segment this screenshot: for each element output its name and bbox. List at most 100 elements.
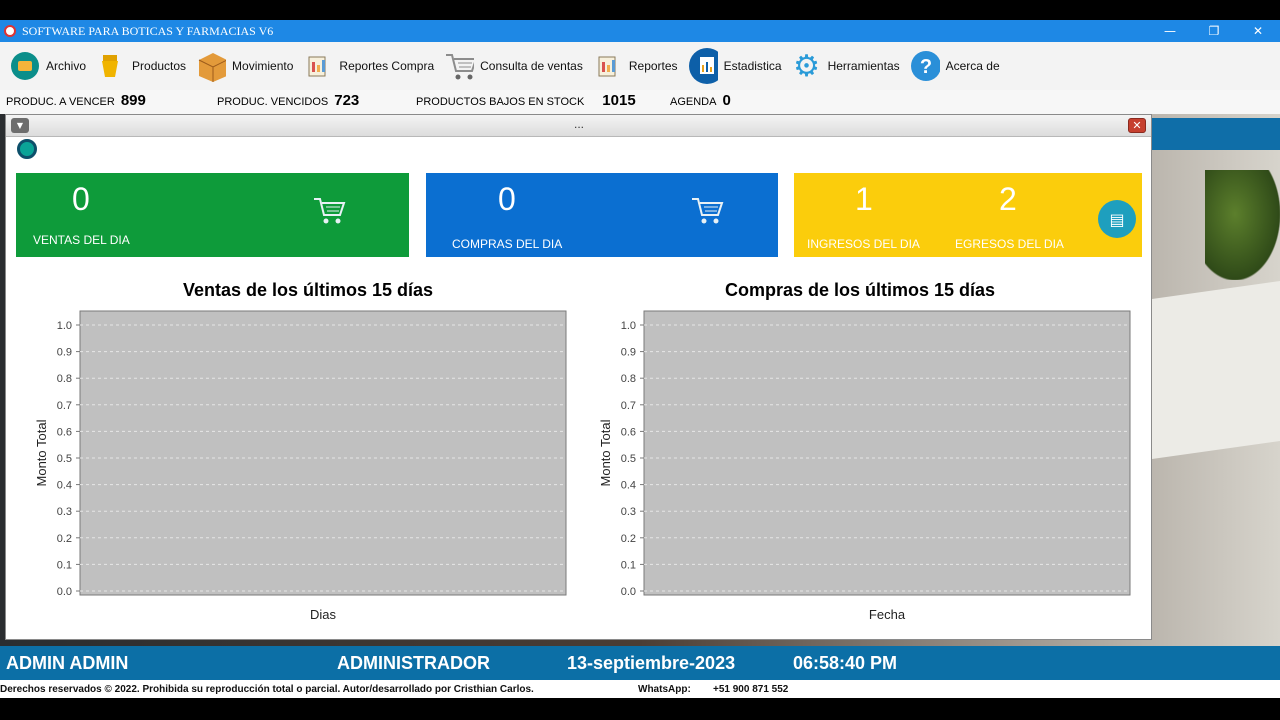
stat-a-vencer-value: 899 bbox=[120, 92, 146, 109]
window-titlebar: SOFTWARE PARA BOTICAS Y FARMACIAS V6 — ❐… bbox=[0, 20, 1280, 42]
main-menubar: Archivo Productos Movimiento Reportes Co… bbox=[0, 42, 1280, 90]
x-axis-label: Dias bbox=[310, 607, 337, 622]
y-tick-label: 1.0 bbox=[57, 320, 72, 332]
ventas-value: 0 bbox=[72, 181, 90, 217]
egresos-label: EGRESOS DEL DIA bbox=[955, 237, 1064, 251]
ventas-card: 0 VENTAS DEL DIA bbox=[16, 173, 409, 257]
y-tick-label: 0.1 bbox=[57, 559, 72, 571]
window-controls: — ❐ ✕ bbox=[1148, 20, 1280, 42]
y-tick-label: 0.5 bbox=[57, 453, 72, 465]
stat-agenda-label: AGENDA bbox=[670, 96, 717, 108]
plant-decoration bbox=[1205, 170, 1280, 280]
y-tick-label: 0.7 bbox=[621, 400, 636, 412]
help-icon: ? bbox=[910, 51, 940, 81]
copyright-bar: Derechos reservados © 2022. Prohibida su… bbox=[0, 680, 1280, 698]
menu-herramientas[interactable]: ⚙ Herramientas bbox=[792, 46, 900, 86]
cart-icon bbox=[444, 51, 475, 81]
app-logo-icon bbox=[4, 25, 16, 37]
footer-user: ADMIN ADMIN bbox=[6, 653, 129, 673]
compras-chart-title: Compras de los últimos 15 días bbox=[724, 280, 996, 300]
stat-bajos-stock[interactable]: PRODUCTOS BAJOS EN STOCK 1015 bbox=[416, 92, 636, 109]
x-axis-label: Fecha bbox=[869, 607, 906, 622]
menu-herramientas-label: Herramientas bbox=[827, 59, 900, 73]
egresos-value: 2 bbox=[999, 181, 1017, 217]
menu-productos[interactable]: Productos bbox=[96, 46, 186, 86]
window-menu-button[interactable]: ▼ bbox=[11, 118, 29, 133]
report-icon bbox=[303, 51, 333, 81]
y-tick-label: 0.1 bbox=[621, 559, 636, 571]
menu-acerca-de-label: Acerca de bbox=[945, 59, 1000, 73]
box-icon bbox=[196, 51, 227, 82]
close-button[interactable]: ✕ bbox=[1236, 20, 1280, 42]
ingresos-value: 1 bbox=[855, 181, 873, 217]
cash-register-icon: ▤ bbox=[1098, 200, 1136, 238]
menu-reportes[interactable]: Reportes bbox=[593, 46, 678, 86]
refresh-icon[interactable] bbox=[17, 139, 37, 159]
y-tick-label: 0.5 bbox=[621, 453, 636, 465]
menu-movimiento-label: Movimiento bbox=[232, 59, 294, 73]
ingresos-label: INGRESOS DEL DIA bbox=[807, 237, 920, 251]
report-icon bbox=[593, 51, 623, 81]
stat-agenda-value: 0 bbox=[722, 92, 731, 109]
compras-chart: 0.0 0.1 0.2 0.3 0.4 0.5 0.6 0.7 0.8 0.9 1.0 Monto T… bbox=[598, 310, 1131, 622]
menu-reportes-compra[interactable]: Reportes Compra bbox=[303, 46, 434, 86]
stat-bajos-stock-label: PRODUCTOS BAJOS EN STOCK bbox=[416, 96, 585, 108]
y-tick-label: 0.4 bbox=[57, 480, 72, 492]
minimize-button[interactable]: — bbox=[1148, 20, 1192, 42]
menu-archivo-label: Archivo bbox=[46, 59, 87, 73]
stat-agenda[interactable]: AGENDA 0 bbox=[670, 92, 731, 109]
menu-reportes-label: Reportes bbox=[628, 59, 678, 73]
status-footer: ADMIN ADMIN ADMINISTRADOR 13-septiembre-… bbox=[0, 646, 1280, 680]
y-tick-label: 0.7 bbox=[57, 400, 72, 412]
menu-estadistica-label: Estadistica bbox=[723, 59, 782, 73]
y-tick-label: 0.6 bbox=[621, 426, 636, 438]
svg-text:?: ? bbox=[920, 56, 932, 78]
compras-label: COMPRAS DEL DIA bbox=[452, 237, 563, 251]
y-tick-label: 0.8 bbox=[57, 373, 72, 385]
stat-vencidos-value: 723 bbox=[334, 92, 360, 109]
ventas-chart: 0.0 0.1 0.2 0.3 0.4 0.5 0.6 0.7 0.8 0.9 1.0 Monto T… bbox=[34, 310, 567, 622]
y-tick-label: 0.2 bbox=[621, 533, 636, 545]
archive-icon bbox=[10, 51, 40, 81]
y-tick-label: 0.4 bbox=[621, 480, 636, 492]
plot-area bbox=[643, 310, 1131, 596]
internal-window-title: ... bbox=[574, 117, 585, 131]
internal-close-button[interactable]: ✕ bbox=[1128, 118, 1146, 133]
menu-estadistica[interactable]: Estadistica bbox=[688, 46, 782, 86]
y-tick-label: 0.6 bbox=[57, 426, 72, 438]
y-axis-label: Monto Total bbox=[598, 419, 613, 486]
menu-acerca-de[interactable]: ? Acerca de bbox=[910, 46, 1000, 86]
products-icon bbox=[96, 51, 126, 81]
gear-icon: ⚙ bbox=[793, 48, 821, 84]
y-tick-label: 0.8 bbox=[621, 373, 636, 385]
ventas-chart-title: Ventas de los últimos 15 días bbox=[182, 280, 434, 300]
ingresos-egresos-card: 1 INGRESOS DEL DIA 2 EGRESOS DEL DIA ▤ bbox=[794, 173, 1142, 257]
maximize-button[interactable]: ❐ bbox=[1192, 20, 1236, 42]
menu-movimiento[interactable]: Movimiento bbox=[196, 46, 293, 86]
footer-role: ADMINISTRADOR bbox=[337, 653, 490, 673]
ventas-label: VENTAS DEL DIA bbox=[33, 233, 130, 247]
y-tick-label: 0.0 bbox=[57, 586, 72, 598]
menu-consulta-ventas-label: Consulta de ventas bbox=[480, 59, 583, 73]
stat-bajos-stock-value: 1015 bbox=[602, 92, 636, 109]
window-title: SOFTWARE PARA BOTICAS Y FARMACIAS V6 bbox=[22, 23, 274, 38]
stat-vencidos[interactable]: PRODUC. VENCIDOS 723 bbox=[217, 92, 359, 109]
menu-consulta-ventas[interactable]: Consulta de ventas bbox=[444, 46, 583, 86]
y-axis-label: Monto Total bbox=[34, 419, 49, 486]
menu-archivo[interactable]: Archivo bbox=[10, 46, 86, 86]
desktop-strip bbox=[1150, 118, 1280, 150]
compras-card: 0 COMPRAS DEL DIA bbox=[426, 173, 778, 257]
footer-time: 06:58:40 PM bbox=[793, 653, 898, 673]
cart-icon bbox=[312, 193, 348, 237]
y-tick-label: 0.2 bbox=[57, 533, 72, 545]
cart-icon bbox=[690, 193, 726, 237]
footer-date: 13-septiembre-2023 bbox=[567, 653, 736, 673]
y-tick-label: 0.9 bbox=[621, 347, 636, 359]
menu-productos-label: Productos bbox=[132, 59, 187, 73]
copyright-text: Derechos reservados © 2022. Prohibida su… bbox=[0, 684, 534, 695]
stat-a-vencer[interactable]: PRODUC. A VENCER 899 bbox=[6, 92, 146, 109]
stat-vencidos-label: PRODUC. VENCIDOS bbox=[217, 96, 329, 108]
y-tick-label: 1.0 bbox=[621, 320, 636, 332]
y-tick-label: 0.3 bbox=[621, 506, 636, 518]
whatsapp-number: +51 900 871 552 bbox=[713, 684, 789, 695]
